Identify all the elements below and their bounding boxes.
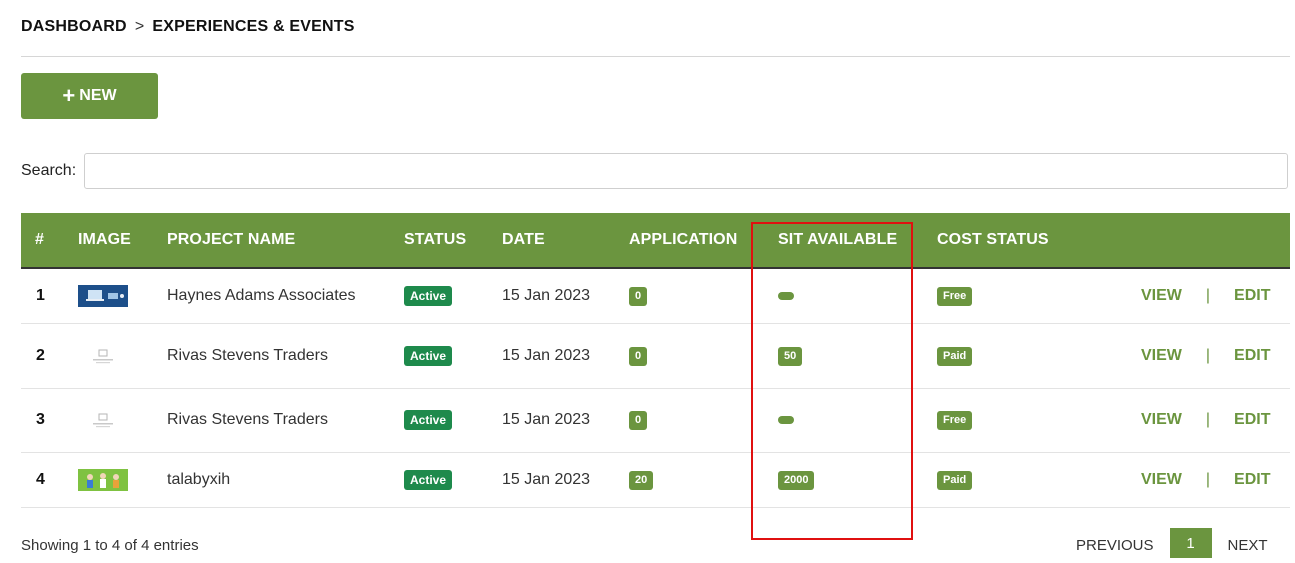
header-image[interactable]: IMAGE <box>78 213 167 269</box>
search-label: Search: <box>21 162 77 179</box>
table-row: 1 Haynes Adams Associates Active 15 Jan … <box>21 268 1290 324</box>
row-number: 1 <box>21 268 78 324</box>
status-badge: Active <box>404 410 453 430</box>
events-table: # IMAGE PROJECT NAME STATUS DATE APPLICA… <box>21 213 1290 508</box>
row-application: 0 <box>629 268 778 324</box>
cost-status-badge: Paid <box>937 346 973 366</box>
row-sit-available: 50 <box>778 323 937 389</box>
row-image <box>78 388 167 453</box>
edit-link[interactable]: EDIT <box>1234 287 1270 304</box>
header-number[interactable]: # <box>21 213 78 269</box>
row-date: 15 Jan 2023 <box>502 268 629 324</box>
row-cost-status: Free <box>937 268 1125 324</box>
table-row: 2 Rivas Stevens Traders Active 15 Jan 20… <box>21 323 1290 389</box>
row-application: 0 <box>629 388 778 453</box>
row-status: Active <box>404 323 502 389</box>
breadcrumb: DASHBOARD > EXPERIENCES & EVENTS <box>21 18 355 36</box>
table-info: Showing 1 to 4 of 4 entries <box>21 537 199 554</box>
header-date[interactable]: DATE <box>502 213 629 269</box>
row-sit-available <box>778 388 937 453</box>
row-status: Active <box>404 268 502 324</box>
row-project-name: Rivas Stevens Traders <box>167 323 404 389</box>
new-button[interactable]: + NEW <box>21 73 158 119</box>
row-number: 3 <box>21 388 78 453</box>
header-project-name[interactable]: PROJECT NAME <box>167 213 404 269</box>
application-badge: 0 <box>629 346 648 366</box>
row-application: 20 <box>629 452 778 508</box>
row-sit-available <box>778 268 937 324</box>
sit-available-badge <box>778 291 794 300</box>
row-actions: VIEW | EDIT <box>1125 268 1290 324</box>
action-separator: | <box>1205 411 1211 428</box>
status-badge: Active <box>404 469 453 490</box>
cost-status-badge: Paid <box>937 470 973 490</box>
sit-available-badge: 2000 <box>778 470 815 490</box>
no-image-placeholder-icon <box>78 344 128 367</box>
no-image-placeholder-icon <box>78 409 128 431</box>
cost-status-badge: Free <box>937 411 973 430</box>
search-input[interactable] <box>84 153 1288 189</box>
row-application: 0 <box>629 323 778 389</box>
new-button-label: NEW <box>79 87 117 104</box>
sit-available-badge <box>778 415 794 424</box>
header-sit-available[interactable]: SIT AVAILABLE <box>778 213 937 269</box>
action-separator: | <box>1205 286 1211 304</box>
previous-button[interactable]: PREVIOUS <box>1064 528 1166 563</box>
edit-link[interactable]: EDIT <box>1234 471 1270 488</box>
action-separator: | <box>1205 346 1211 364</box>
row-cost-status: Paid <box>937 323 1125 389</box>
row-number: 2 <box>21 323 78 389</box>
application-badge: 0 <box>629 286 648 306</box>
row-sit-available: 2000 <box>778 452 937 508</box>
header-cost-status[interactable]: COST STATUS <box>937 213 1125 269</box>
row-actions: VIEW | EDIT <box>1125 323 1290 389</box>
header-actions <box>1125 213 1290 269</box>
row-cost-status: Free <box>937 388 1125 453</box>
edit-link[interactable]: EDIT <box>1234 411 1270 428</box>
application-badge: 20 <box>629 470 654 490</box>
row-actions: VIEW | EDIT <box>1125 388 1290 453</box>
row-image <box>78 323 167 389</box>
row-project-name: Rivas Stevens Traders <box>167 388 404 453</box>
row-image <box>78 268 167 324</box>
row-date: 15 Jan 2023 <box>502 388 629 453</box>
application-badge: 0 <box>629 411 648 430</box>
row-number: 4 <box>21 452 78 508</box>
view-link[interactable]: VIEW <box>1141 471 1182 488</box>
event-thumbnail-laptop-icon <box>78 284 128 307</box>
pagination: PREVIOUS 1 NEXT <box>1064 528 1280 563</box>
breadcrumb-dashboard[interactable]: DASHBOARD <box>21 18 127 35</box>
plus-icon: + <box>62 83 76 108</box>
row-date: 15 Jan 2023 <box>502 452 629 508</box>
table-header-row: # IMAGE PROJECT NAME STATUS DATE APPLICA… <box>21 213 1290 269</box>
row-date: 15 Jan 2023 <box>502 323 629 389</box>
row-project-name: Haynes Adams Associates <box>167 268 404 324</box>
row-cost-status: Paid <box>937 452 1125 508</box>
breadcrumb-separator: > <box>134 18 145 35</box>
row-status: Active <box>404 452 502 508</box>
view-link[interactable]: VIEW <box>1141 287 1182 304</box>
next-button[interactable]: NEXT <box>1216 528 1280 563</box>
row-status: Active <box>404 388 502 453</box>
table-row: 4 talabyxih Active 15 Jan 2023 20 2000 P… <box>21 452 1290 508</box>
header-application[interactable]: APPLICATION <box>629 213 778 269</box>
status-badge: Active <box>404 285 453 306</box>
action-separator: | <box>1205 470 1211 488</box>
edit-link[interactable]: EDIT <box>1234 347 1270 364</box>
cost-status-badge: Free <box>937 286 973 306</box>
view-link[interactable]: VIEW <box>1141 411 1182 428</box>
table-row: 3 Rivas Stevens Traders Active 15 Jan 20… <box>21 388 1290 453</box>
header-status[interactable]: STATUS <box>404 213 502 269</box>
view-link[interactable]: VIEW <box>1141 347 1182 364</box>
page-1-button[interactable]: 1 <box>1169 528 1212 558</box>
sit-available-badge: 50 <box>778 346 803 366</box>
status-badge: Active <box>404 345 453 366</box>
row-actions: VIEW | EDIT <box>1125 452 1290 508</box>
event-thumbnail-people-icon <box>78 468 128 491</box>
row-project-name: talabyxih <box>167 452 404 508</box>
divider <box>21 56 1290 57</box>
row-image <box>78 452 167 508</box>
breadcrumb-current: EXPERIENCES & EVENTS <box>152 18 355 35</box>
